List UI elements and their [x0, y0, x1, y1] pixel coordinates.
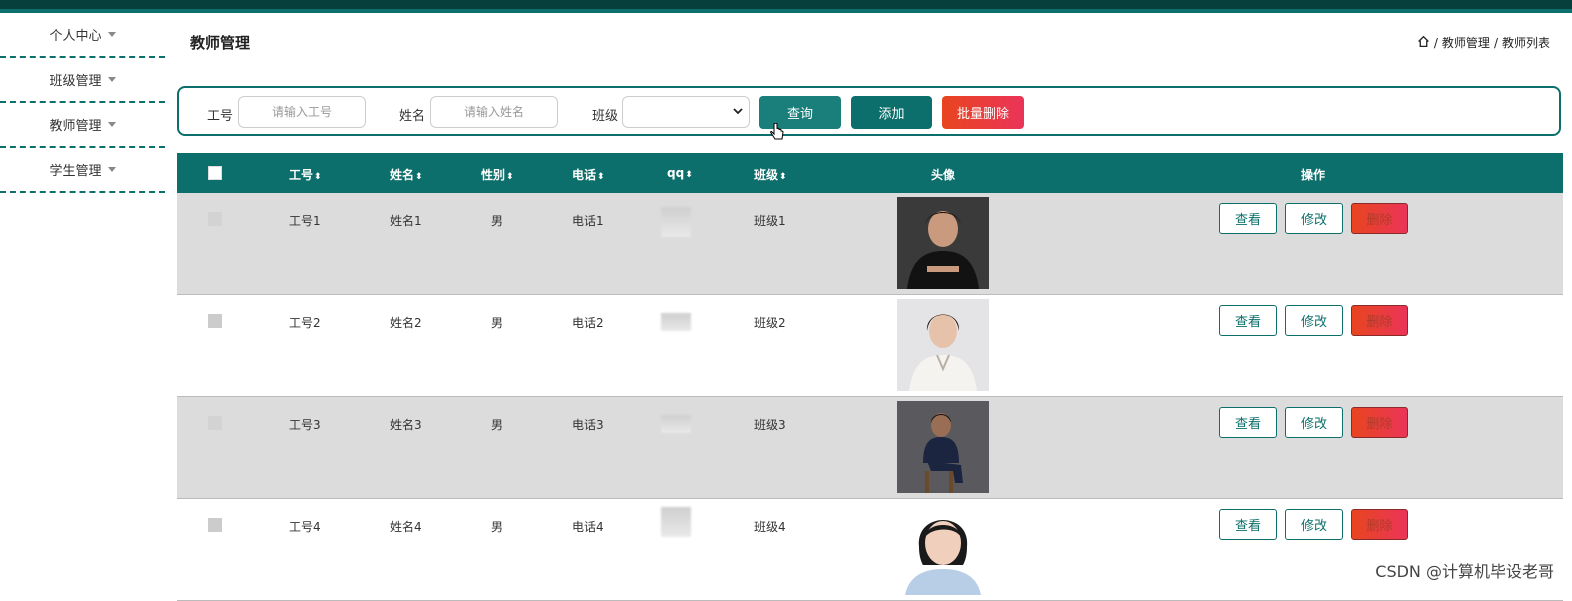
sidebar-item-class-management[interactable]: 班级管理	[0, 58, 165, 103]
caret-down-icon	[107, 167, 116, 172]
edit-button[interactable]: 修改	[1285, 509, 1343, 540]
cell-id: 工号1	[289, 214, 321, 228]
sidebar-item-teacher-management[interactable]: 教师管理	[0, 103, 165, 148]
cell-phone: 电话3	[572, 418, 604, 432]
sort-icon: ⬍	[685, 170, 693, 180]
column-header-class[interactable]: 班级⬍	[754, 166, 787, 183]
cell-id: 工号4	[289, 520, 321, 534]
column-header-gender[interactable]: 性别⬍	[481, 166, 514, 183]
sidebar: 个人中心 班级管理 教师管理 学生管理	[0, 13, 165, 193]
delete-button[interactable]: 删除	[1351, 305, 1408, 336]
view-button[interactable]: 查看	[1219, 203, 1277, 234]
cell-name: 姓名4	[390, 520, 422, 534]
row-checkbox[interactable]	[208, 314, 222, 328]
edit-button[interactable]: 修改	[1285, 407, 1343, 438]
column-header-phone[interactable]: 电话⬍	[572, 166, 605, 183]
cell-phone: 电话4	[572, 520, 604, 534]
cell-gender: 男	[491, 418, 504, 432]
cell-qq-blurred	[661, 313, 691, 331]
row-checkbox[interactable]	[208, 212, 222, 226]
name-search-input[interactable]	[430, 96, 558, 128]
id-search-input[interactable]	[238, 96, 366, 128]
caret-down-icon	[107, 77, 116, 82]
row-checkbox[interactable]	[208, 416, 222, 430]
cell-name: 姓名2	[390, 316, 422, 330]
column-header-name[interactable]: 姓名⬍	[390, 166, 423, 183]
cell-class: 班级2	[754, 316, 786, 330]
cell-qq-blurred	[661, 415, 691, 433]
sidebar-item-label: 教师管理	[49, 119, 102, 134]
column-header-avatar: 头像	[931, 168, 956, 182]
page-title: 教师管理	[190, 34, 251, 52]
sidebar-item-personal-center[interactable]: 个人中心	[0, 13, 165, 58]
cell-name: 姓名3	[390, 418, 422, 432]
sidebar-item-label: 班级管理	[49, 74, 102, 89]
delete-button[interactable]: 删除	[1351, 509, 1408, 540]
sort-icon: ⬍	[506, 172, 514, 182]
caret-down-icon	[107, 122, 116, 127]
class-label: 班级	[592, 109, 619, 124]
chevron-down-icon	[733, 108, 743, 115]
name-label: 姓名	[399, 109, 426, 124]
class-select[interactable]	[622, 96, 750, 128]
add-button[interactable]: 添加	[851, 96, 932, 129]
table-row: 工号1 姓名1 男 电话1 班级1 查看 修改 删除	[177, 193, 1563, 295]
view-button[interactable]: 查看	[1219, 509, 1277, 540]
view-button[interactable]: 查看	[1219, 305, 1277, 336]
top-bar-accent	[0, 9, 1572, 13]
cell-qq-blurred	[661, 207, 691, 237]
sidebar-item-label: 个人中心	[49, 29, 102, 44]
row-checkbox[interactable]	[208, 518, 222, 532]
avatar	[897, 401, 989, 493]
breadcrumb-separator: /	[1493, 35, 1498, 50]
column-header-qq[interactable]: qq⬍	[667, 166, 693, 180]
breadcrumb-separator: /	[1433, 35, 1438, 50]
delete-button[interactable]: 删除	[1351, 203, 1408, 234]
sort-icon: ⬍	[415, 172, 423, 182]
cell-gender: 男	[491, 214, 504, 228]
caret-down-icon	[107, 32, 116, 37]
delete-button[interactable]: 删除	[1351, 407, 1408, 438]
breadcrumb-item-teacher-management[interactable]: 教师管理	[1442, 34, 1490, 51]
cell-class: 班级1	[754, 214, 786, 228]
batch-delete-button[interactable]: 批量删除	[942, 96, 1024, 129]
cell-qq-blurred	[661, 507, 691, 537]
top-bar	[0, 0, 1572, 13]
avatar	[897, 503, 989, 595]
sort-icon: ⬍	[314, 172, 322, 182]
hand-cursor-icon	[770, 123, 784, 140]
breadcrumb-item-teacher-list: 教师列表	[1501, 36, 1550, 50]
sidebar-item-student-management[interactable]: 学生管理	[0, 148, 165, 193]
teacher-table: 工号⬍ 姓名⬍ 性别⬍ 电话⬍ qq⬍ 班级⬍ 头像 操作 工号1 姓名1 男 …	[177, 153, 1563, 601]
cell-phone: 电话1	[572, 214, 604, 228]
table-header: 工号⬍ 姓名⬍ 性别⬍ 电话⬍ qq⬍ 班级⬍ 头像 操作	[177, 153, 1563, 193]
sort-icon: ⬍	[779, 172, 787, 182]
table-row: 工号2 姓名2 男 电话2 班级2 查看 修改 删除	[177, 295, 1563, 397]
cell-name: 姓名1	[390, 214, 422, 228]
cell-id: 工号3	[289, 418, 321, 432]
watermark: CSDN @计算机毕设老哥	[1375, 562, 1554, 581]
sidebar-item-label: 学生管理	[49, 164, 102, 179]
cell-phone: 电话2	[572, 316, 604, 330]
edit-button[interactable]: 修改	[1285, 305, 1343, 336]
cell-class: 班级3	[754, 418, 786, 432]
home-icon[interactable]	[1417, 35, 1430, 51]
edit-button[interactable]: 修改	[1285, 203, 1343, 234]
column-header-id[interactable]: 工号⬍	[289, 166, 322, 183]
sort-icon: ⬍	[597, 172, 605, 182]
column-header-actions: 操作	[1301, 168, 1326, 182]
cell-gender: 男	[491, 520, 504, 534]
cell-id: 工号2	[289, 316, 321, 330]
table-row: 工号3 姓名3 男 电话3 班级3 查看 修改 删除	[177, 397, 1563, 499]
avatar	[897, 197, 989, 289]
cell-gender: 男	[491, 316, 504, 330]
cell-class: 班级4	[754, 520, 786, 534]
view-button[interactable]: 查看	[1219, 407, 1277, 438]
select-all-checkbox[interactable]	[208, 166, 222, 180]
table-row: 工号4 姓名4 男 电话4 班级4 查看 修改 删除	[177, 499, 1563, 601]
search-panel: 工号 姓名 班级 查询 添加 批量删除	[177, 86, 1561, 136]
id-label: 工号	[207, 109, 234, 124]
breadcrumb: / 教师管理 / 教师列表	[1417, 34, 1550, 51]
avatar	[897, 299, 989, 391]
